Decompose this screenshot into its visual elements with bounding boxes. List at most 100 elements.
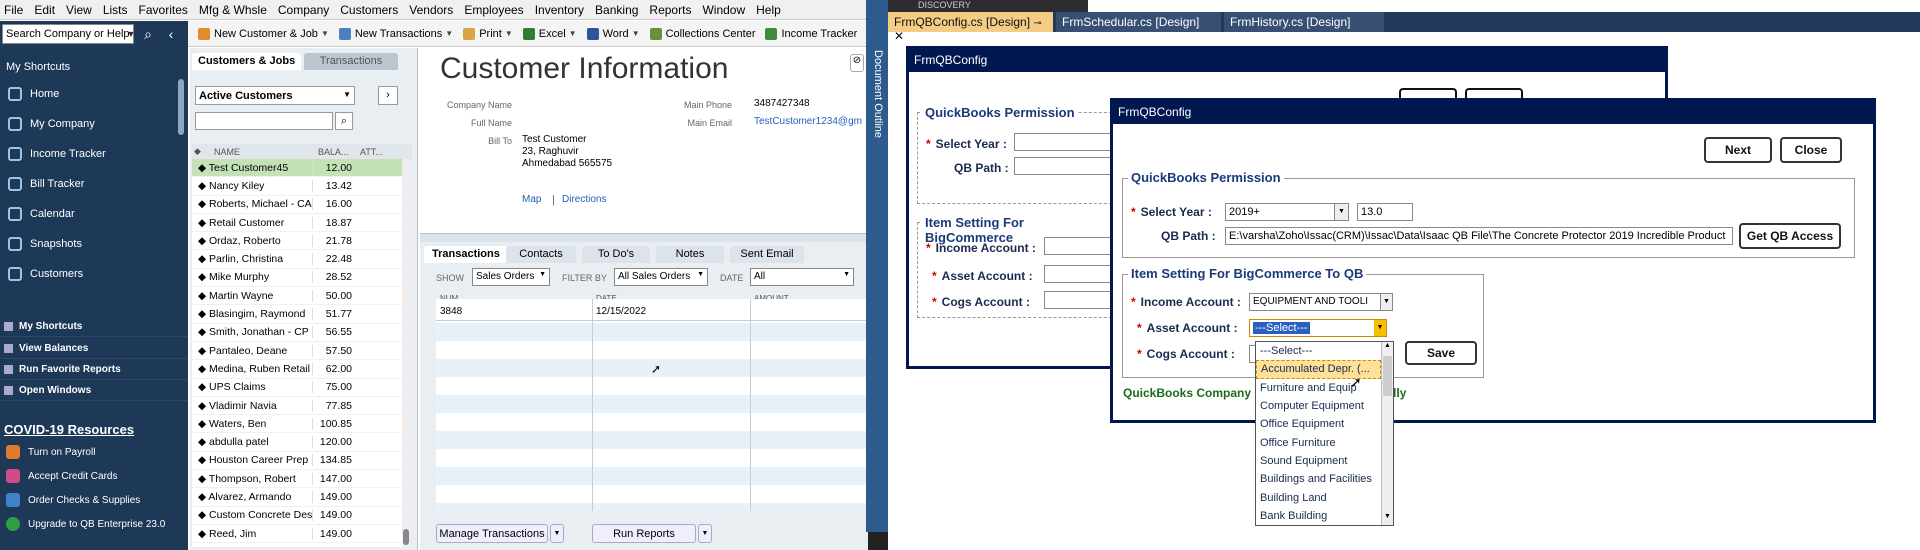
active-customers-select[interactable]: Active Customers ▼ xyxy=(195,86,355,105)
main-email-link[interactable]: TestCustomer1234@gm xyxy=(754,116,862,127)
list-item[interactable]: ◆ Waters, Ben 100.85 xyxy=(192,415,402,434)
close-button[interactable]: Close xyxy=(1780,137,1842,163)
scroll-thumb[interactable] xyxy=(1383,356,1392,396)
asset-account-select[interactable]: ---Select--- ▼ xyxy=(1249,319,1387,337)
sidebar-item-snapshots[interactable]: Snapshots xyxy=(0,229,176,259)
menu-edit[interactable]: Edit xyxy=(34,3,55,17)
back-income-input[interactable] xyxy=(1044,237,1114,255)
back-asset-input[interactable] xyxy=(1044,265,1114,283)
sidebar-item-home[interactable]: Home xyxy=(0,79,176,109)
document-outline-panel[interactable]: Document Outline xyxy=(866,0,888,532)
list-item[interactable]: ◆ Test Customer45 12.00 xyxy=(192,159,402,178)
tab-notes[interactable]: Notes xyxy=(656,246,724,263)
col-balance[interactable]: BALA... xyxy=(318,147,360,157)
dropdown-option[interactable]: Accumulated Depr. (... xyxy=(1256,360,1381,379)
list-item[interactable]: ◆ Houston Career Prep 134.85 xyxy=(192,452,402,471)
list-item[interactable]: ◆ Retail Customer 18.87 xyxy=(192,214,402,233)
collapse-icon[interactable]: ‹ xyxy=(160,24,182,44)
menu-favorites[interactable]: Favorites xyxy=(139,3,188,17)
income-tracker-button[interactable]: Income Tracker xyxy=(765,27,857,40)
dropdown-option[interactable]: Office Equipment xyxy=(1256,415,1381,433)
menu-file[interactable]: File xyxy=(4,3,23,17)
menu-vendors[interactable]: Vendors xyxy=(409,3,453,17)
dropdown-option[interactable]: Furniture and Equip xyxy=(1256,379,1381,397)
dropdown-option[interactable]: Computer Equipment xyxy=(1256,397,1381,415)
dropdown-option[interactable]: Buildings and Facilities xyxy=(1256,470,1381,488)
back-path-input[interactable] xyxy=(1014,157,1114,175)
chevron-down-icon[interactable]: ▼ xyxy=(1382,513,1393,525)
word-button[interactable]: Word ▼ xyxy=(586,27,640,40)
filter-by-select[interactable]: All Sales Orders ▼ xyxy=(614,268,708,286)
qb-path-input[interactable]: E:\varsha\Zoho\Issac(CRM)\Issac\Data\Isa… xyxy=(1225,227,1733,245)
list-item[interactable]: ◆ Vladimir Navia 77.85 xyxy=(192,397,402,416)
income-account-select[interactable]: EQUIPMENT AND TOOLI ▼ xyxy=(1249,293,1393,311)
menu-reports[interactable]: Reports xyxy=(649,3,691,17)
table-row[interactable]: 3848 12/15/2022 xyxy=(436,303,868,321)
list-item[interactable]: ◆ abdulla patel 120.00 xyxy=(192,433,402,452)
lower-my-shortcuts[interactable]: My Shortcuts xyxy=(0,316,188,337)
dropdown-option[interactable]: Office Furniture xyxy=(1256,433,1381,451)
search-icon[interactable]: ⌕ xyxy=(137,24,159,44)
tab-frmschedular[interactable]: FrmSchedular.cs [Design] xyxy=(1056,12,1221,32)
manage-transactions-button[interactable]: Manage Transactions xyxy=(436,524,548,543)
excel-button[interactable]: Excel ▼ xyxy=(522,27,577,40)
chevron-down-icon[interactable]: ▼ xyxy=(698,524,712,543)
tab-transactions[interactable]: Transactions xyxy=(304,53,398,70)
menu-window[interactable]: Window xyxy=(702,3,745,17)
directions-link[interactable]: Directions xyxy=(562,194,606,205)
scroll-thumb[interactable] xyxy=(403,529,409,545)
upgrade-enterprise[interactable]: Upgrade to QB Enterprise 23.0 xyxy=(0,512,188,536)
view-balances[interactable]: View Balances xyxy=(0,338,188,359)
sidebar-item-my-company[interactable]: My Company xyxy=(0,109,176,139)
menu-banking[interactable]: Banking xyxy=(595,3,638,17)
menu-lists[interactable]: Lists xyxy=(103,3,128,17)
menu-mfg[interactable]: Mfg & Whsle xyxy=(199,3,267,17)
new-customer-job-button[interactable]: New Customer & Job ▼ xyxy=(198,27,329,40)
show-select[interactable]: Sales Orders ▼ xyxy=(472,268,550,286)
tab-frmqbconfig[interactable]: FrmQBConfig.cs [Design] ⊸ ✕ xyxy=(888,12,1053,43)
list-item[interactable]: ◆ Martin Wayne 50.00 xyxy=(192,287,402,306)
run-reports-button[interactable]: Run Reports xyxy=(592,524,696,543)
tab-todos[interactable]: To Do's xyxy=(582,246,650,263)
search-icon[interactable]: ⌕ xyxy=(335,112,353,130)
new-transactions-button[interactable]: New Transactions ▼ xyxy=(338,27,453,40)
list-item[interactable]: ◆ Custom Concrete Desi... 149.00 xyxy=(192,507,402,525)
attach-icon[interactable]: ⊘ xyxy=(850,54,864,72)
list-item[interactable]: ◆ Mike Murphy 28.52 xyxy=(192,269,402,288)
run-favorite-reports[interactable]: Run Favorite Reports xyxy=(0,359,188,380)
customer-search-input[interactable] xyxy=(195,112,333,130)
year-select[interactable]: 2019+ ▼ xyxy=(1225,203,1349,221)
version-input[interactable]: 13.0 xyxy=(1357,203,1413,221)
sort-icon[interactable]: ◆ xyxy=(192,146,202,157)
sidebar-item-income-tracker[interactable]: Income Tracker xyxy=(0,139,176,169)
list-item[interactable]: ◆ Ordaz, Roberto 21.78 xyxy=(192,232,402,251)
tab-transactions-detail[interactable]: Transactions xyxy=(424,246,508,263)
menu-help[interactable]: Help xyxy=(756,3,781,17)
list-item[interactable]: ◆ Medina, Ruben Retail 62.00 xyxy=(192,360,402,379)
list-item[interactable]: ◆ Roberts, Michael - CA 16.00 xyxy=(192,196,402,214)
list-item[interactable]: ◆ Nancy Kiley 13.42 xyxy=(192,177,402,196)
list-item[interactable]: ◆ Alvarez, Armando 149.00 xyxy=(192,488,402,507)
dropdown-option[interactable]: Sound Equipment xyxy=(1256,452,1381,470)
search-input[interactable]: Search Company or Help xyxy=(2,24,134,44)
chevron-up-icon[interactable]: ▲ xyxy=(1382,342,1393,354)
col-attach[interactable]: ATT... xyxy=(360,147,400,157)
customer-list-scrollbar[interactable] xyxy=(402,159,410,547)
sidebar-item-bill-tracker[interactable]: Bill Tracker xyxy=(0,169,176,199)
date-select[interactable]: All ▼ xyxy=(750,268,854,286)
close-icon[interactable]: ✕ xyxy=(894,29,904,43)
get-qb-access-button[interactable]: Get QB Access xyxy=(1739,223,1841,249)
collections-center-button[interactable]: Collections Center xyxy=(649,27,755,40)
print-button[interactable]: Print ▼ xyxy=(463,27,513,40)
next-button[interactable]: Next xyxy=(1704,137,1772,163)
chevron-down-icon[interactable]: ▼ xyxy=(550,524,564,543)
list-item[interactable]: ◆ UPS Claims 75.00 xyxy=(192,379,402,397)
dropdown-option[interactable]: Bank Building xyxy=(1256,507,1381,525)
back-cogs-input[interactable] xyxy=(1044,291,1114,309)
menu-customers[interactable]: Customers xyxy=(340,3,398,17)
menu-company[interactable]: Company xyxy=(278,3,329,17)
menu-employees[interactable]: Employees xyxy=(464,3,523,17)
tab-frmhistory[interactable]: FrmHistory.cs [Design] xyxy=(1224,12,1384,32)
pin-icon[interactable]: ⊸ xyxy=(1033,18,1041,29)
list-item[interactable]: ◆ Thompson, Robert 147.00 xyxy=(192,470,402,489)
